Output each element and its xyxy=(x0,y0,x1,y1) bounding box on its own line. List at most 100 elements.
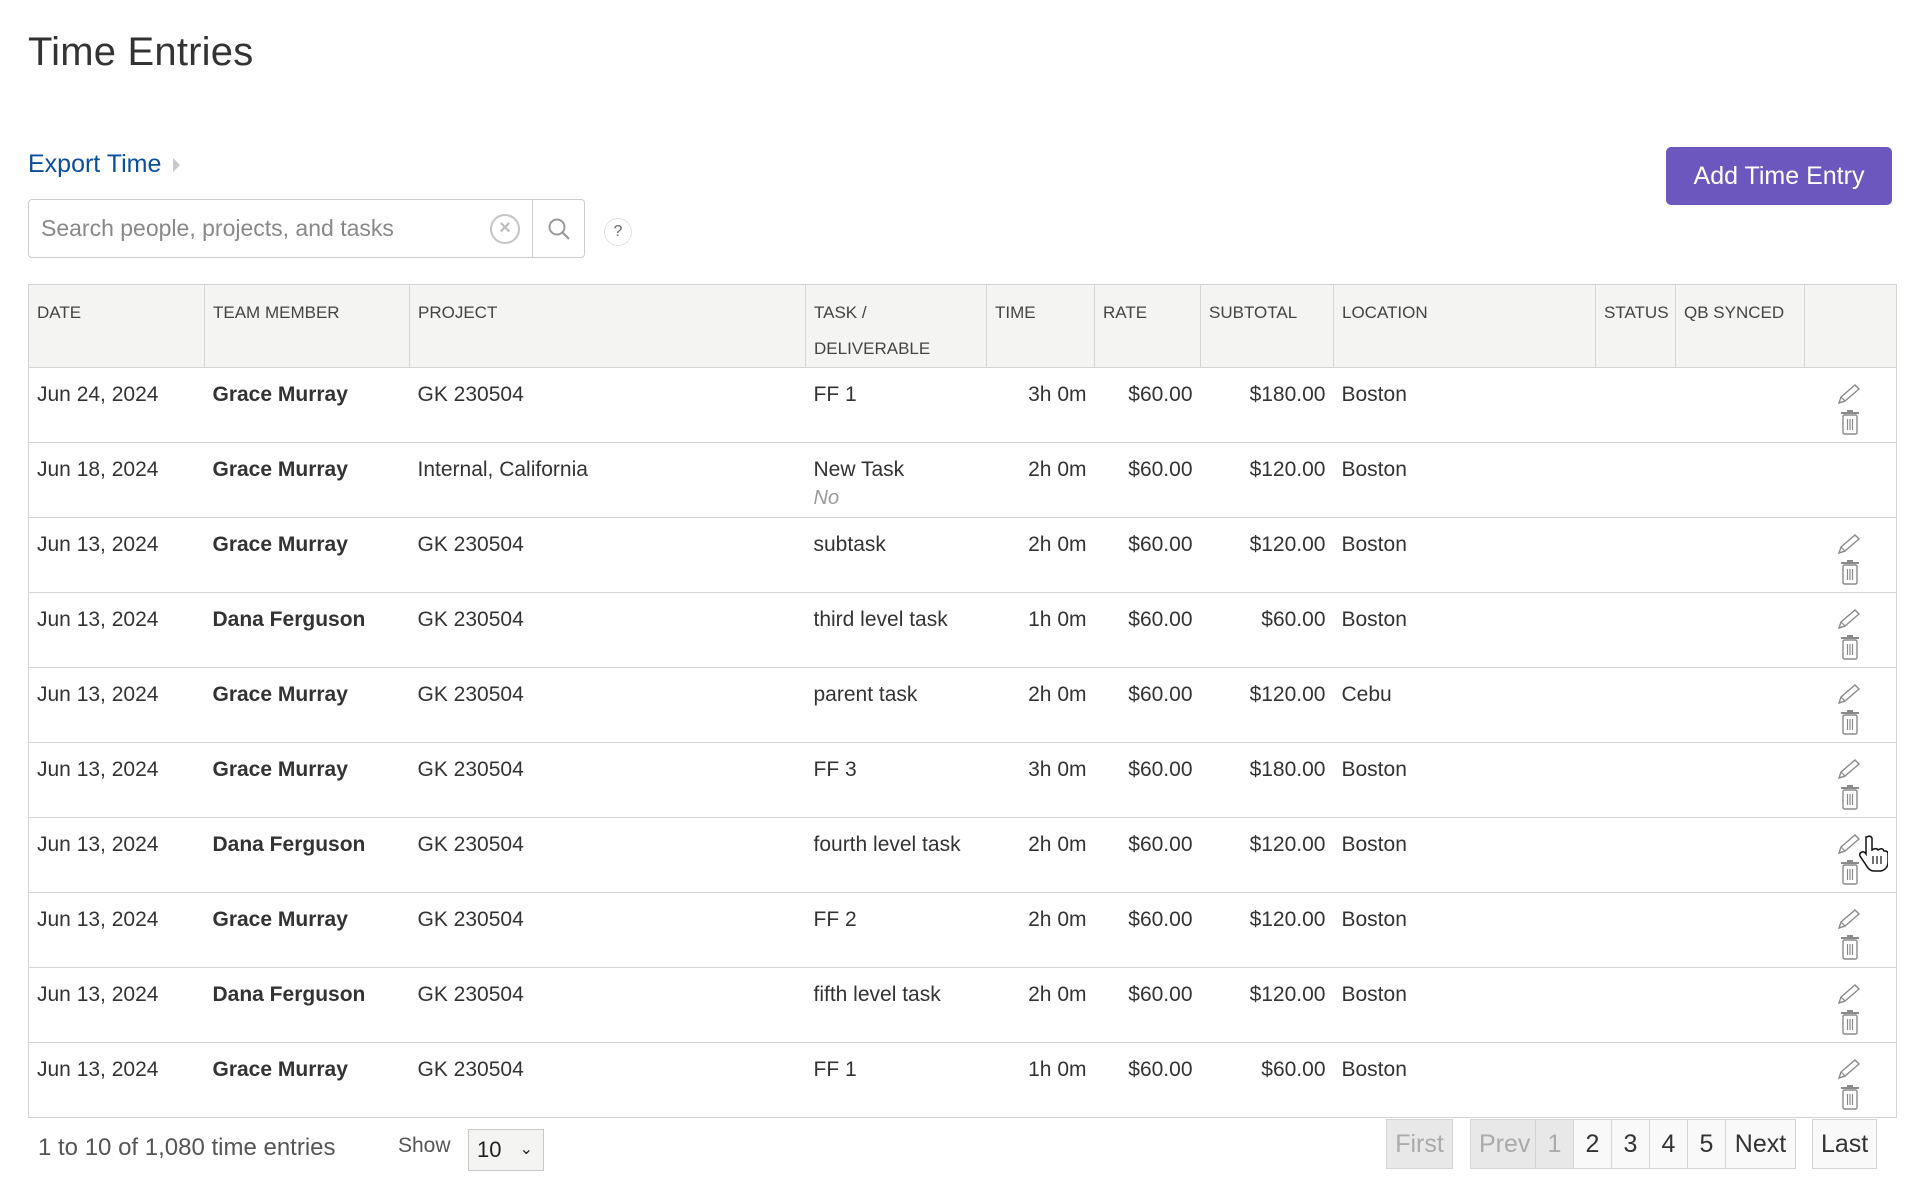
pencil-edit-icon[interactable] xyxy=(1835,982,1865,1008)
cell-rate-text: $60.00 xyxy=(1128,833,1193,856)
header-project[interactable]: PROJECT xyxy=(409,284,806,368)
pencil-edit-icon[interactable] xyxy=(1835,757,1865,783)
page-size-select[interactable]: 10 ⌄ xyxy=(468,1129,544,1171)
trash-delete-icon[interactable] xyxy=(1835,783,1865,810)
table-row[interactable]: Jun 13, 2024 Grace Murray GK 230504 FF 3 3h … xyxy=(28,742,1897,818)
cell-rate-text: $60.00 xyxy=(1128,383,1193,406)
header-location[interactable]: LOCATION xyxy=(1333,284,1596,368)
header-task[interactable]: TASK / DELIVERABLE xyxy=(805,284,987,368)
header-qb-synced[interactable]: QB SYNCED xyxy=(1675,284,1805,368)
cell-task: FF 3 xyxy=(805,742,987,818)
cell-team-member-text: Grace Murray xyxy=(212,533,348,556)
cell-task-text: FF 2 xyxy=(813,908,857,931)
search-button[interactable] xyxy=(532,200,584,257)
table-row[interactable]: Jun 13, 2024 Dana Ferguson GK 230504 fourth… xyxy=(28,817,1897,893)
cell-actions xyxy=(1804,1042,1897,1118)
pencil-edit-icon[interactable] xyxy=(1835,832,1865,858)
cell-project-text: GK 230504 xyxy=(417,1058,524,1081)
table-row[interactable]: Jun 13, 2024 Dana Ferguson GK 230504 fifth … xyxy=(28,967,1897,1043)
trash-delete-icon[interactable] xyxy=(1835,858,1865,885)
cell-time: 2h 0m xyxy=(986,442,1095,518)
cell-project: GK 230504 xyxy=(409,592,806,668)
page-1-button[interactable]: 1 xyxy=(1535,1119,1574,1169)
table-row[interactable]: Jun 13, 2024 Grace Murray GK 230504 parent … xyxy=(28,667,1897,743)
cell-team-member: Grace Murray xyxy=(204,892,410,968)
cell-subtotal-text: $180.00 xyxy=(1249,383,1326,406)
cell-status xyxy=(1595,742,1676,818)
clear-circle-icon[interactable]: × xyxy=(490,214,520,244)
cell-task: New Task No xyxy=(805,442,987,518)
trash-delete-icon[interactable] xyxy=(1835,708,1865,735)
trash-delete-icon[interactable] xyxy=(1835,1008,1865,1035)
pencil-edit-icon[interactable] xyxy=(1835,607,1865,633)
table-row[interactable]: Jun 13, 2024 Dana Ferguson GK 230504 third … xyxy=(28,592,1897,668)
prev-page-button[interactable]: Prev xyxy=(1470,1119,1536,1169)
cell-date: Jun 13, 2024 xyxy=(28,667,205,743)
pencil-edit-icon[interactable] xyxy=(1835,1057,1865,1083)
cell-location-text: Boston xyxy=(1341,758,1407,781)
pencil-edit-icon[interactable] xyxy=(1835,382,1865,408)
cell-team-member-text: Grace Murray xyxy=(212,683,348,706)
cell-team-member: Dana Ferguson xyxy=(204,817,410,893)
help-icon[interactable]: ? xyxy=(604,218,632,246)
table-row[interactable]: Jun 13, 2024 Grace Murray GK 230504 subtask… xyxy=(28,517,1897,593)
cell-task-text: subtask xyxy=(813,533,886,556)
trash-delete-icon[interactable] xyxy=(1835,633,1865,660)
table-row[interactable]: Jun 24, 2024 Grace Murray GK 230504 FF 1 3h … xyxy=(28,367,1897,443)
cell-status xyxy=(1595,367,1676,443)
page-4-button[interactable]: 4 xyxy=(1649,1119,1688,1169)
cell-rate: $60.00 xyxy=(1094,442,1201,518)
cell-actions xyxy=(1804,742,1897,818)
header-date[interactable]: DATE xyxy=(28,284,205,368)
header-team-member[interactable]: TEAM MEMBER xyxy=(204,284,410,368)
cell-team-member-text: Grace Murray xyxy=(212,383,348,406)
cell-time-text: 2h 0m xyxy=(1028,983,1087,1006)
cell-actions xyxy=(1804,667,1897,743)
last-page-button[interactable]: Last xyxy=(1812,1119,1877,1169)
header-status[interactable]: STATUS xyxy=(1595,284,1676,368)
task-note: No xyxy=(813,487,840,509)
add-time-entry-button[interactable]: Add Time Entry xyxy=(1666,147,1892,205)
pencil-edit-icon[interactable] xyxy=(1835,907,1865,933)
cell-status xyxy=(1595,892,1676,968)
cell-location: Boston xyxy=(1333,592,1596,668)
next-page-button[interactable]: Next xyxy=(1725,1119,1796,1169)
cell-time-text: 3h 0m xyxy=(1028,383,1087,406)
first-page-button[interactable]: First xyxy=(1386,1119,1453,1169)
cell-location: Boston xyxy=(1333,967,1596,1043)
trash-delete-icon[interactable] xyxy=(1835,558,1865,585)
header-time[interactable]: TIME xyxy=(986,284,1095,368)
header-rate[interactable]: RATE xyxy=(1094,284,1201,368)
cell-status xyxy=(1595,967,1676,1043)
cell-task: third level task xyxy=(805,592,987,668)
export-time-link[interactable]: Export Time xyxy=(28,150,181,179)
table-row[interactable]: Jun 13, 2024 Grace Murray GK 230504 FF 2 2h … xyxy=(28,892,1897,968)
trash-delete-icon[interactable] xyxy=(1835,1083,1865,1110)
trash-delete-icon[interactable] xyxy=(1835,933,1865,960)
table-row[interactable]: Jun 13, 2024 Grace Murray GK 230504 FF 1 1h … xyxy=(28,1042,1897,1118)
cell-location: Boston xyxy=(1333,517,1596,593)
cell-project: GK 230504 xyxy=(409,967,806,1043)
cell-team-member: Grace Murray xyxy=(204,517,410,593)
table-row[interactable]: Jun 18, 2024 Grace Murray Internal, Califo… xyxy=(28,442,1897,518)
cell-task: parent task xyxy=(805,667,987,743)
pencil-edit-icon[interactable] xyxy=(1835,682,1865,708)
cell-project-text: Internal, California xyxy=(417,458,588,481)
cell-task: FF 2 xyxy=(805,892,987,968)
trash-delete-icon[interactable] xyxy=(1835,408,1865,435)
entries-count: 1 to 10 of 1,080 time entries xyxy=(38,1134,336,1161)
page-5-button[interactable]: 5 xyxy=(1687,1119,1726,1169)
cell-actions xyxy=(1804,367,1897,443)
pencil-edit-icon[interactable] xyxy=(1835,532,1865,558)
magnifier-icon xyxy=(548,218,570,240)
cell-project-text: GK 230504 xyxy=(417,908,524,931)
cell-project: GK 230504 xyxy=(409,742,806,818)
cell-rate-text: $60.00 xyxy=(1128,683,1193,706)
header-subtotal[interactable]: SUBTOTAL xyxy=(1200,284,1334,368)
cell-rate-text: $60.00 xyxy=(1128,1058,1193,1081)
search-input[interactable] xyxy=(29,200,490,257)
cell-task: fourth level task xyxy=(805,817,987,893)
page-2-button[interactable]: 2 xyxy=(1573,1119,1612,1169)
page-3-button[interactable]: 3 xyxy=(1611,1119,1650,1169)
cell-task-text: fifth level task xyxy=(813,983,941,1006)
